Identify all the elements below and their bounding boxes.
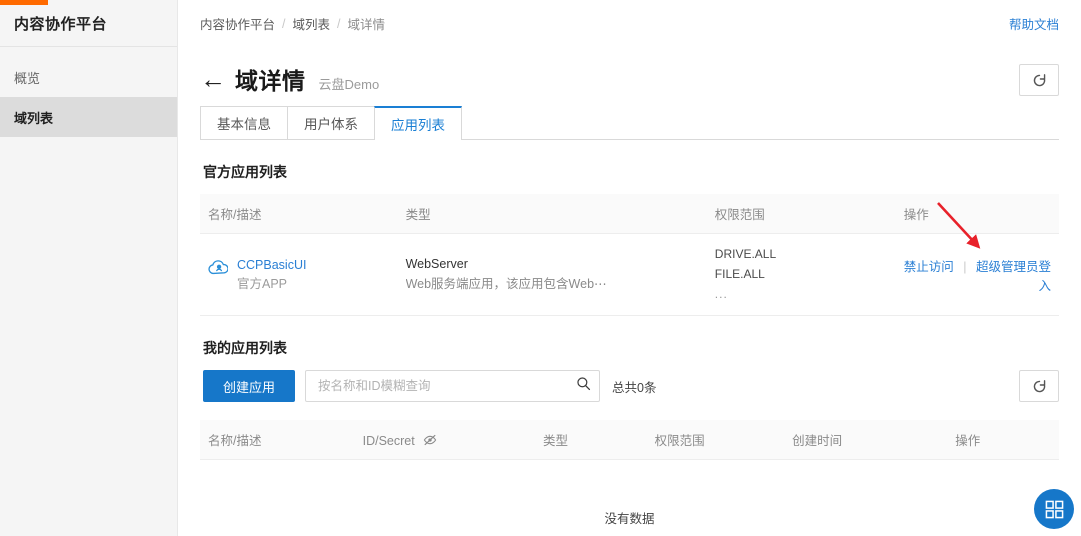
total-count-label: 总共0条 — [612, 380, 657, 395]
sidebar-item-domain-list[interactable]: 域列表 — [0, 97, 177, 137]
my-apps-title: 我的应用列表 — [203, 340, 287, 357]
search-input[interactable] — [316, 378, 577, 395]
refresh-icon — [1033, 380, 1045, 393]
col-header-id-secret: ID/Secret — [354, 420, 535, 461]
tab-label: 应用列表 — [391, 118, 445, 133]
tab-app-list[interactable]: 应用列表 — [374, 106, 462, 140]
page-header: ← 域详情 云盘Demo — [200, 47, 1059, 103]
search-box[interactable] — [305, 370, 601, 403]
col-header-scope: 权限范围 — [706, 194, 896, 234]
super-admin-login-link[interactable]: 超级管理员登入 — [976, 260, 1051, 293]
create-app-button[interactable]: 创建应用 — [203, 370, 296, 403]
scope-more: ... — [714, 286, 728, 301]
empty-state-text: 没有数据 — [200, 459, 1059, 536]
page-refresh-button[interactable] — [1019, 64, 1059, 96]
app-name-link[interactable]: CCPBasicUI — [237, 256, 306, 275]
breadcrumb-item-domain-list[interactable]: 域列表 — [293, 14, 331, 33]
tab-label: 用户体系 — [304, 117, 358, 132]
cell-app-type: WebServer Web服务端应用，该应用包含Web⋯ — [397, 233, 707, 317]
scope-item: FILE.ALL — [714, 266, 765, 281]
col-header-actions: 操作 — [947, 420, 1059, 461]
cell-app-name: CCPBasicUI 官方APP — [200, 233, 398, 317]
col-header-scope: 权限范围 — [646, 420, 785, 461]
app-type-description: Web服务端应用，该应用包含Web⋯ — [405, 276, 607, 291]
my-apps-toolbar: 创建应用 总共0条 — [203, 370, 1059, 403]
brand-accent-bar — [0, 0, 48, 5]
sidebar-item-label: 概览 — [14, 70, 41, 86]
my-apps-refresh-button[interactable] — [1019, 370, 1059, 403]
deny-access-link[interactable]: 禁止访问 — [904, 260, 954, 274]
sidebar-nav: 概览 域列表 — [0, 47, 177, 137]
eye-off-icon[interactable] — [423, 435, 437, 450]
tab-basic-info[interactable]: 基本信息 — [200, 106, 288, 139]
main-content: 内容协作平台 / 域列表 / 域详情 帮助文档 ← 域详情 云盘Demo 基本信… — [178, 0, 1081, 536]
cell-app-actions: 禁止访问 | 超级管理员登入 — [895, 233, 1059, 317]
col-header-name: 名称/描述 — [200, 420, 355, 461]
cell-app-scopes: DRIVE.ALL FILE.ALL ... — [706, 233, 896, 317]
page-subtitle: 云盘Demo — [318, 76, 380, 92]
tab-label: 基本信息 — [217, 117, 271, 132]
app-root: 内容协作平台 概览 域列表 内容协作平台 / 域列表 / 域详情 帮助文档 ← — [0, 0, 1081, 536]
apps-grid-icon — [1045, 500, 1063, 518]
tab-user-system[interactable]: 用户体系 — [287, 106, 375, 139]
sidebar-item-label: 域列表 — [14, 110, 54, 126]
action-separator: | — [963, 259, 967, 274]
breadcrumb: 内容协作平台 / 域列表 / 域详情 — [200, 14, 385, 33]
col-header-create-time: 创建时间 — [784, 420, 948, 461]
back-arrow-icon[interactable]: ← — [200, 66, 226, 92]
sidebar-item-overview[interactable]: 概览 — [0, 57, 177, 97]
official-apps-table: 名称/描述 类型 权限范围 操作 CCPBasicUI 官方APP WebSer… — [200, 194, 1059, 317]
page-title: 域详情 — [235, 68, 306, 94]
refresh-icon — [1033, 73, 1045, 86]
sidebar-brand: 内容协作平台 — [0, 0, 177, 47]
col-header-actions: 操作 — [895, 194, 1059, 234]
apps-fab-button[interactable] — [1034, 489, 1074, 529]
cloud-icon — [208, 259, 229, 278]
scope-item: DRIVE.ALL — [714, 247, 777, 261]
col-header-name: 名称/描述 — [200, 194, 398, 234]
sidebar: 内容协作平台 概览 域列表 — [0, 0, 178, 536]
col-header-type: 类型 — [397, 194, 707, 234]
col-header-type: 类型 — [534, 420, 647, 461]
table-row: CCPBasicUI 官方APP WebServer Web服务端应用，该应用包… — [200, 233, 1059, 317]
table-header-row: 名称/描述 ID/Secret 类型 权限范围 创建时间 操作 — [200, 420, 1059, 461]
topbar: 内容协作平台 / 域列表 / 域详情 帮助文档 — [200, 0, 1059, 47]
my-apps-table: 名称/描述 ID/Secret 类型 权限范围 创建时间 操作 没有数据 — [200, 420, 1059, 536]
help-doc-link[interactable]: 帮助文档 — [1009, 14, 1059, 33]
official-apps-title: 官方应用列表 — [203, 164, 287, 180]
col-header-id-secret-label: ID/Secret — [362, 434, 415, 449]
search-icon[interactable] — [576, 376, 591, 396]
breadcrumb-separator: / — [282, 16, 286, 31]
table-header-row: 名称/描述 类型 权限范围 操作 — [200, 194, 1059, 234]
breadcrumb-separator: / — [337, 16, 341, 31]
empty-state-row: 没有数据 — [200, 459, 1059, 536]
breadcrumb-item-platform[interactable]: 内容协作平台 — [200, 14, 275, 33]
breadcrumb-item-domain-detail: 域详情 — [347, 18, 386, 32]
app-description: 官方APP — [237, 276, 288, 291]
app-type: WebServer — [405, 257, 468, 272]
tab-bar: 基本信息 用户体系 应用列表 — [200, 106, 1059, 140]
